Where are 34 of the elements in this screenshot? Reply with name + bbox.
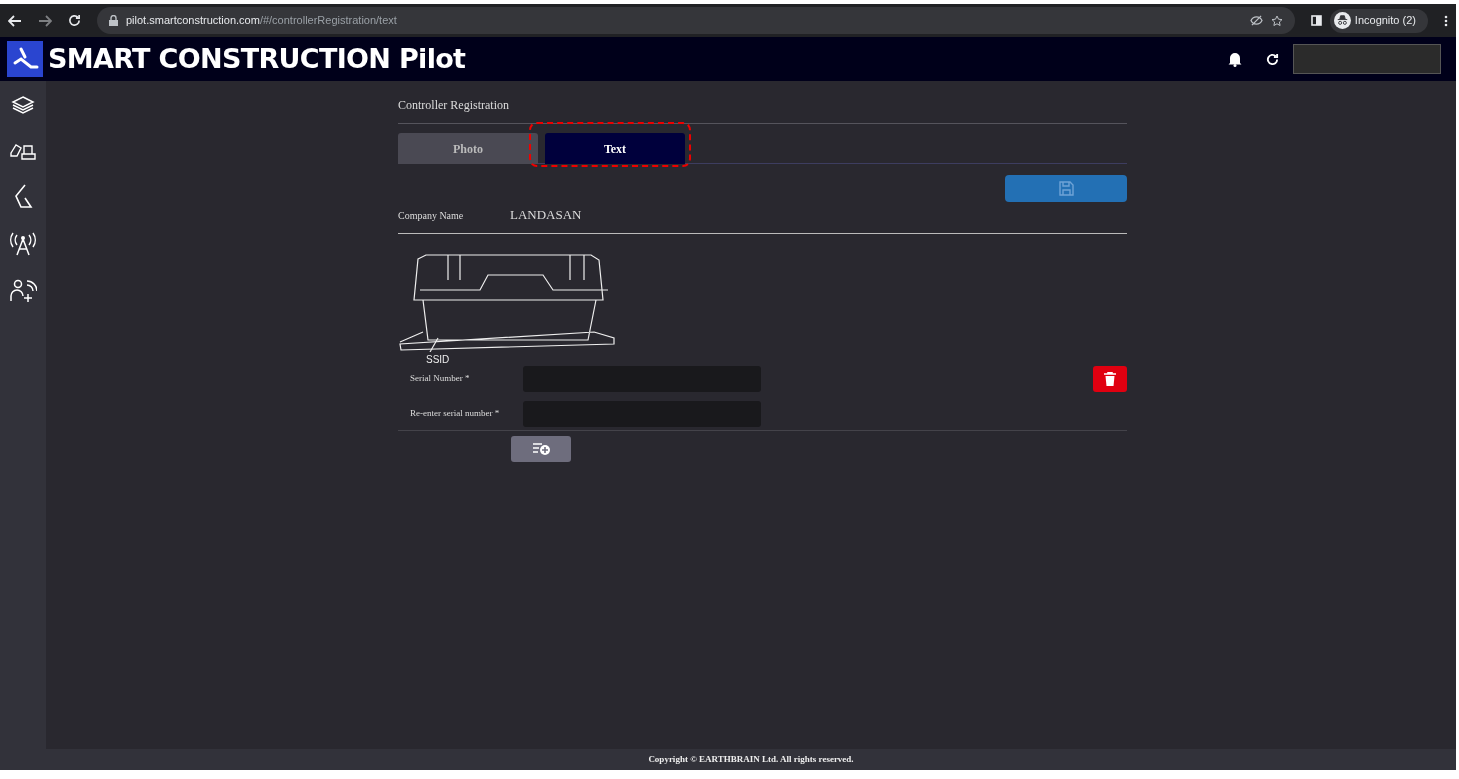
lock-icon [109,15,118,26]
forward-icon[interactable] [38,13,52,28]
side-panel-icon[interactable] [1310,15,1322,26]
tab[interactable]: Photo [398,133,538,164]
bell-icon[interactable] [1228,51,1242,67]
diagram-label: SSID [426,353,450,367]
add-row-button[interactable] [511,436,571,462]
url-text: pilot.smartconstruction.com/#/controllerRegistration/text [126,13,397,29]
antenna-icon[interactable] [9,231,37,257]
footer-text: Copyright © EARTHBRAIN Ltd. All rights reserved. [46,749,1456,770]
eye-slash-icon[interactable] [1249,15,1263,26]
trash-icon [1104,372,1116,386]
field-label: Re-enter serial number * [409,407,501,421]
company-name-label: Company Name [398,208,465,223]
page-title: Controller Registration [398,97,510,114]
logo-icon [7,41,43,77]
refresh-icon[interactable] [1266,52,1279,66]
back-icon[interactable] [8,13,22,28]
address-bar[interactable]: pilot.smartconstruction.com/#/controllerRegistration/text [97,7,1295,34]
profile-button[interactable]: Incognito (2) [1329,8,1428,33]
more-icon[interactable] [1444,14,1448,27]
list-add-icon [531,442,551,456]
incognito-icon [1333,12,1351,29]
user-register-icon[interactable] [9,279,37,303]
app-title: SMART CONSTRUCTION Pilot [48,41,466,76]
star-icon[interactable] [1270,14,1283,27]
save-icon [1058,181,1074,196]
company-name-value: LANDASAN [510,206,582,225]
tab[interactable]: Text [545,133,685,164]
field-label: Serial Number * [409,372,471,386]
bucket-arm-icon[interactable] [13,183,33,209]
delete-button[interactable] [1093,366,1127,392]
layers-icon[interactable] [11,95,35,117]
reload-icon[interactable] [68,14,81,27]
